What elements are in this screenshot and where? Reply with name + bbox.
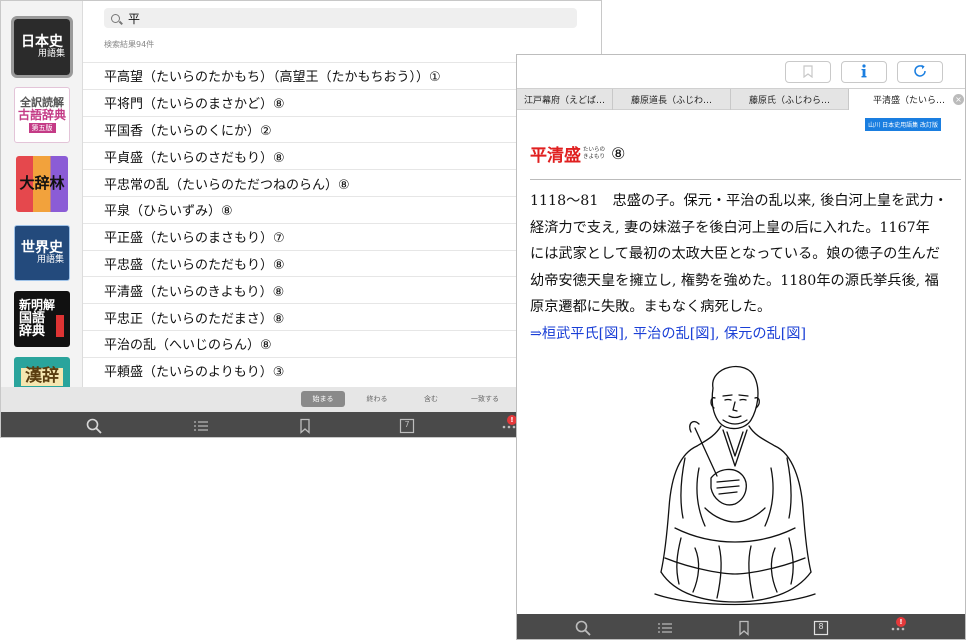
history-tab[interactable]: 江戸幕府（えどば… xyxy=(517,89,613,110)
dict-kogo-jiten[interactable]: 全訳読解 古語辞典 第五版 xyxy=(14,87,70,143)
xref-separator: , xyxy=(623,325,633,342)
history-tab[interactable]: 藤原道長（ふじわ… xyxy=(613,89,731,110)
divider xyxy=(530,179,961,180)
close-icon[interactable]: × xyxy=(953,94,964,105)
mode-starts-with[interactable]: 始まる xyxy=(301,391,345,407)
entry-toolbar xyxy=(517,55,965,88)
dict-title: 世界史 xyxy=(21,239,63,256)
search-mode-bar: 始まる 終わる 含む 一致する xyxy=(1,387,601,412)
bottom-tab-bar: 7 ! xyxy=(1,412,601,437)
dict-daijirin[interactable]: 大辞林 xyxy=(16,156,68,212)
history-count: 7 xyxy=(404,420,410,429)
dict-kanji[interactable]: 漢辞 xyxy=(14,357,70,387)
dict-title: 日本史 xyxy=(21,33,63,50)
notification-badge: ! xyxy=(896,617,906,627)
search-icon[interactable] xyxy=(575,620,591,636)
history-count: 8 xyxy=(818,622,824,631)
xref-separator: , xyxy=(714,325,724,342)
search-input[interactable] xyxy=(128,11,548,25)
dict-nihonshi-yougoshu[interactable]: 日本史 用語集 xyxy=(11,16,73,78)
portrait-illustration xyxy=(654,365,816,606)
body-line: 経済力で支え, 妻の妹滋子を後白河上皇の后に入れた。1167年 xyxy=(530,219,930,236)
history-tab[interactable]: 藤原氏（ふじわら… xyxy=(731,89,849,110)
mode-exact[interactable]: 一致する xyxy=(463,391,507,407)
dict-title: 新明解 xyxy=(19,298,56,313)
history-tab-active[interactable]: 平清盛（たいら… xyxy=(849,89,965,110)
result-count: 検索結果94件 xyxy=(104,40,155,49)
xref-link[interactable]: 平治の乱[図] xyxy=(633,326,715,342)
refresh-icon xyxy=(913,63,927,82)
headword-reading: たいらの きよもり xyxy=(583,147,605,161)
bookmark-icon[interactable] xyxy=(736,620,752,636)
body-line: 幼帝安徳天皇を擁立し, 権勢を強めた。1180年の源氏挙兵後, 福 xyxy=(530,272,939,289)
body-line: には武家として最初の太政大臣となっている。娘の徳子の生んだ xyxy=(530,246,940,263)
mode-contains[interactable]: 含む xyxy=(409,391,453,407)
xref-link[interactable]: 桓武平氏[図] xyxy=(542,326,624,342)
search-bar[interactable] xyxy=(104,8,577,28)
history-icon[interactable]: 8 xyxy=(813,620,829,636)
dict-shinmeikai-kokugo[interactable]: 新明解 国語 辞典 xyxy=(14,291,70,347)
entry-header: 平清盛 たいらの きよもり ⑧ xyxy=(530,141,625,166)
dict-subtitle: 用語集 xyxy=(36,254,64,265)
entry-window: 江戸幕府（えどば… 藤原道長（ふじわ… 藤原氏（ふじわら… 平清盛（たいら… ×… xyxy=(516,54,966,640)
xref-link[interactable]: 保元の乱[図] xyxy=(724,326,806,342)
dict-sekaishi-yougoshu[interactable]: 世界史 用語集 xyxy=(14,225,70,281)
xref-arrow: ⇒ xyxy=(530,325,542,342)
search-icon[interactable] xyxy=(86,418,102,434)
reading-bottom: きよもり xyxy=(583,153,606,160)
bookmark-icon[interactable] xyxy=(297,418,313,434)
info-icon xyxy=(859,63,869,82)
info-button[interactable] xyxy=(841,61,887,83)
body-line: 1118～81 忠盛の子。保元・平治の乱以来, 後白河上皇を武力・ xyxy=(530,193,948,209)
headword: 平清盛 xyxy=(530,146,581,166)
list-icon[interactable] xyxy=(193,418,209,434)
mode-ends-with[interactable]: 終わる xyxy=(355,391,399,407)
search-window: 日本史 用語集 全訳読解 古語辞典 第五版 大辞林 世界史 用語集 新明解 国語… xyxy=(0,0,602,438)
bookmark-icon xyxy=(802,63,814,82)
entry-body: 1118～81 忠盛の子。保元・平治の乱以来, 後白河上皇を武力・ 経済力で支え… xyxy=(530,188,960,348)
dict-band-decoration xyxy=(56,315,64,337)
dictionary-sidebar: 日本史 用語集 全訳読解 古語辞典 第五版 大辞林 世界史 用語集 新明解 国語… xyxy=(1,1,83,387)
list-icon[interactable] xyxy=(657,620,673,636)
dict-subtitle: 古語辞典 xyxy=(17,107,66,122)
dict-edition: 第五版 xyxy=(28,122,56,133)
dict-title: 漢辞 xyxy=(21,367,63,386)
bookmark-button[interactable] xyxy=(785,61,831,83)
history-tab-strip: 江戸幕府（えどば… 藤原道長（ふじわ… 藤原氏（ふじわら… 平清盛（たいら… × xyxy=(517,88,965,110)
bottom-tab-bar: 8 ! xyxy=(517,614,965,639)
dict-title: 大辞林 xyxy=(19,174,65,193)
dict-subtitle: 用語集 xyxy=(37,48,65,59)
search-icon xyxy=(111,13,120,23)
history-icon[interactable]: 7 xyxy=(399,418,415,434)
dict-subtitle-2: 辞典 xyxy=(19,324,46,340)
body-line: 原京遷都に失敗。まもなく病死した。 xyxy=(530,299,772,316)
refresh-button[interactable] xyxy=(897,61,943,83)
cross-references: ⇒桓武平氏[図], 平治の乱[図], 保元の乱[図] xyxy=(530,321,960,348)
reading-top: たいらの xyxy=(583,146,606,153)
source-label: 山川 日本史用語集 改訂版 xyxy=(865,118,941,131)
frequency-mark: ⑧ xyxy=(611,144,626,163)
